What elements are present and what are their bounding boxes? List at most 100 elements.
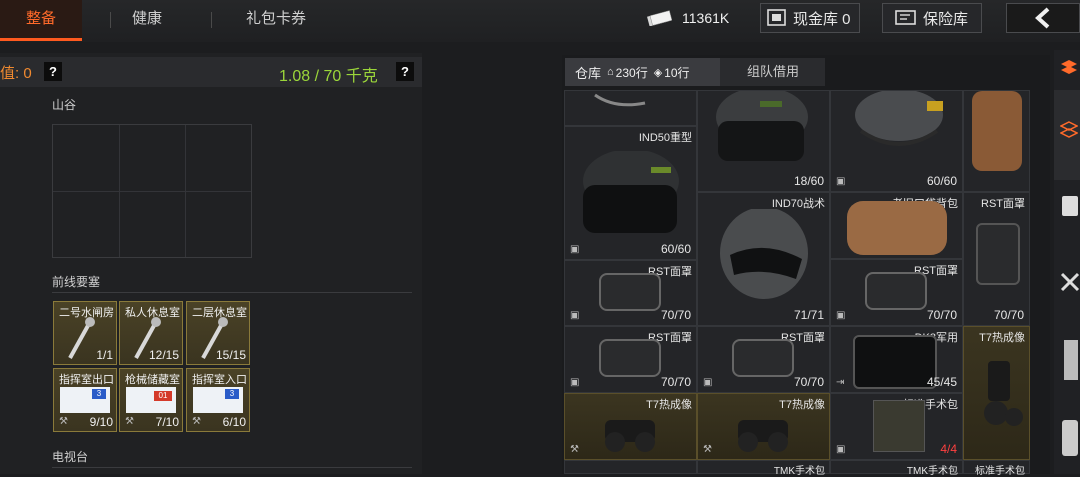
item-count: 45/45 bbox=[926, 375, 957, 389]
weapon-category-icon[interactable] bbox=[1060, 270, 1080, 294]
stack-icon[interactable] bbox=[1060, 58, 1078, 80]
inventory-item[interactable] bbox=[564, 90, 697, 126]
layers-icon bbox=[1060, 121, 1078, 138]
cube-icon: ▣ bbox=[836, 176, 846, 187]
tab-equip[interactable]: 整备 bbox=[0, 0, 82, 41]
inventory-item[interactable]: RST面罩 70/70 bbox=[963, 192, 1030, 326]
item-count: 70/70 bbox=[926, 308, 957, 322]
key-name: 枪械储藏室 bbox=[125, 374, 180, 386]
key-item[interactable]: 二层休息室 15/15 bbox=[186, 301, 250, 365]
inventory-item[interactable]: TMK手术包 bbox=[830, 460, 963, 477]
inventory-item[interactable]: DK8军用 ⇥ 45/45 bbox=[830, 326, 963, 393]
item-count: 4/4 bbox=[940, 442, 957, 456]
inventory-item[interactable]: 老旧口袋背包 bbox=[830, 192, 963, 259]
backpack-category-icon[interactable] bbox=[1062, 196, 1078, 216]
inventory-item[interactable] bbox=[963, 90, 1030, 192]
key-count: 9/10 bbox=[89, 415, 113, 429]
storage-tabs: 仓库 ⌂ 230行 ◈ 10行 组队借用 bbox=[565, 58, 825, 86]
key-item[interactable]: 私人休息室 12/15 bbox=[119, 301, 183, 365]
helmet-icon bbox=[716, 91, 808, 161]
keycard-number: 01 bbox=[154, 391, 172, 401]
item-count: 70/70 bbox=[993, 308, 1024, 322]
inventory-item[interactable]: IND70战术 71/71 bbox=[697, 192, 830, 326]
inventory-item[interactable]: RST面罩 ▣ 70/70 bbox=[564, 260, 697, 326]
thermal-scope-icon bbox=[605, 420, 655, 452]
money-amount: 11361K bbox=[682, 10, 730, 26]
inventory-item[interactable]: RST面罩 ▣ 70/70 bbox=[697, 326, 830, 393]
surgical-kit-icon bbox=[873, 400, 925, 452]
keycard-number: 3 bbox=[92, 389, 106, 399]
money-display: 11361K bbox=[646, 6, 742, 30]
tag-icon: ◈ bbox=[653, 66, 663, 79]
key-item[interactable]: 二号水闸房 1/1 bbox=[53, 301, 117, 365]
keycard-icon: 01 bbox=[126, 387, 176, 413]
item-name: TMK手术包 bbox=[773, 466, 825, 477]
inventory-item[interactable]: 标准手术包 ▣ 4/4 bbox=[830, 393, 963, 460]
face-mask-icon bbox=[599, 339, 661, 377]
face-mask-icon bbox=[865, 272, 927, 310]
inventory-item[interactable]: T7热成像 ⚒ bbox=[564, 393, 697, 460]
gear-category-icon[interactable] bbox=[1062, 420, 1078, 456]
inventory-item[interactable]: IND50重型 ▣ 60/60 bbox=[564, 126, 697, 260]
cube-icon: ▣ bbox=[836, 310, 846, 321]
inventory-item[interactable]: 标准手术包 bbox=[963, 460, 1030, 477]
weight-bar: 值: 0 ? 1.08 / 70 千克 ? bbox=[0, 57, 422, 87]
back-button[interactable] bbox=[1006, 3, 1080, 33]
tab-storage[interactable]: 仓库 ⌂ 230行 ◈ 10行 bbox=[565, 58, 720, 86]
item-count: 70/70 bbox=[660, 308, 691, 322]
cube-icon: ▣ bbox=[570, 377, 580, 388]
pouch-backpack-icon bbox=[847, 201, 947, 255]
wrench-icon: ⚒ bbox=[703, 444, 712, 455]
wrench-icon: ⚒ bbox=[192, 416, 201, 427]
weight-help-button[interactable]: ? bbox=[396, 62, 414, 81]
exit-icon: ⇥ bbox=[836, 377, 845, 388]
key-count: 15/15 bbox=[215, 348, 246, 362]
item-name: RST面罩 bbox=[981, 198, 1025, 210]
cube-icon: ▣ bbox=[570, 244, 580, 255]
cash-vault-button[interactable]: 现金库 0 bbox=[760, 3, 860, 33]
safe-icon bbox=[895, 10, 916, 25]
back-arrow-icon bbox=[1035, 7, 1050, 29]
inventory-item[interactable]: 18/60 bbox=[697, 90, 830, 192]
inventory-item[interactable]: T7热成像 ⚒ bbox=[697, 393, 830, 460]
tab-team-borrow[interactable]: 组队借用 bbox=[721, 58, 825, 86]
safe-button[interactable]: 保险库 bbox=[882, 3, 982, 33]
backpack-icon bbox=[972, 91, 1022, 171]
inventory-item[interactable]: RST面罩 ▣ 70/70 bbox=[564, 326, 697, 393]
keycard-item[interactable]: 枪械储藏室 01 ⚒ 7/10 bbox=[119, 368, 183, 432]
item-name: 标准手术包 bbox=[975, 466, 1025, 477]
keycard-icon: 3 bbox=[60, 387, 110, 413]
inventory-item[interactable] bbox=[564, 460, 697, 474]
inventory-item[interactable]: ▣ 60/60 bbox=[830, 90, 963, 192]
cash-vault-label: 现金库 0 bbox=[793, 10, 851, 28]
key-name: 指挥室出口 bbox=[59, 374, 114, 386]
section-valley: 山谷 bbox=[52, 98, 77, 112]
keycard-item[interactable]: 指挥室入口 3 ⚒ 6/10 bbox=[186, 368, 250, 432]
section-frontline: 前线要塞 bbox=[52, 275, 101, 289]
keycard-item[interactable]: 指挥室出口 3 ⚒ 9/10 bbox=[53, 368, 117, 432]
item-count: 18/60 bbox=[793, 174, 824, 188]
category-tab-active[interactable] bbox=[1054, 90, 1080, 180]
section-divider bbox=[52, 467, 412, 468]
top-bar: 整备 健康 礼包卡券 11361K 现金库 0 保险库 bbox=[0, 0, 1080, 42]
wrench-icon: ⚒ bbox=[570, 444, 579, 455]
keycard-icon: 3 bbox=[193, 387, 243, 413]
cube-icon: ▣ bbox=[836, 444, 846, 455]
wrench-icon: ⚒ bbox=[125, 416, 134, 427]
face-mask-icon bbox=[976, 223, 1020, 285]
value-label: 值: 0 bbox=[0, 65, 32, 82]
inventory-item[interactable]: TMK手术包 bbox=[697, 460, 830, 477]
inventory-item[interactable]: RST面罩 ▣ 70/70 bbox=[830, 259, 963, 326]
item-count: 60/60 bbox=[660, 242, 691, 256]
item-count: 71/71 bbox=[793, 308, 824, 322]
inventory-item[interactable]: T7热成像 bbox=[963, 326, 1030, 460]
thermal-scope-icon bbox=[984, 361, 1023, 426]
tab-gift-cards[interactable]: 礼包卡券 bbox=[224, 0, 328, 38]
section-divider bbox=[52, 292, 412, 293]
key-name: 指挥室入口 bbox=[192, 374, 247, 386]
tab-health[interactable]: 健康 bbox=[110, 0, 184, 38]
helmet-icon bbox=[855, 91, 943, 146]
value-help-button[interactable]: ? bbox=[44, 62, 62, 81]
storage-rows-2: 10行 bbox=[664, 65, 690, 80]
ammo-category-icon[interactable] bbox=[1064, 340, 1078, 380]
